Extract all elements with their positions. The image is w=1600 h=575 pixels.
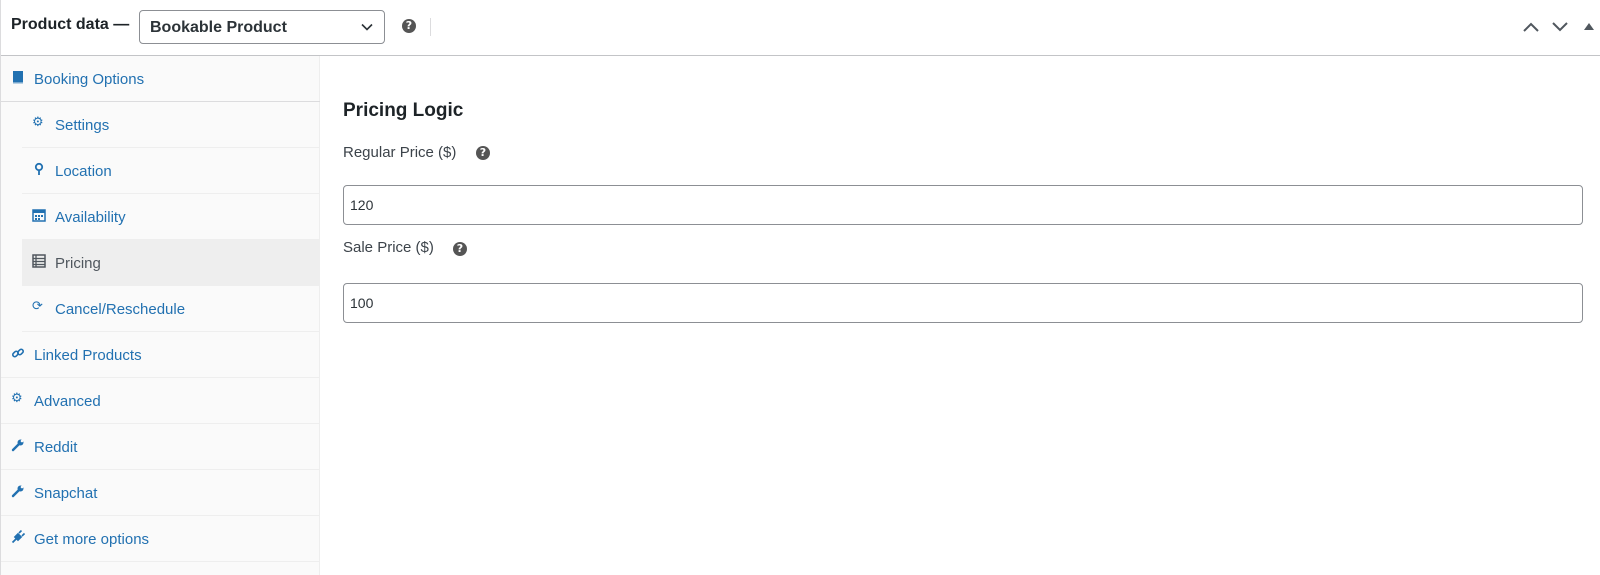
tab-label: Availability bbox=[55, 209, 126, 226]
tab-settings[interactable]: ⚙ Settings bbox=[22, 102, 320, 148]
collapse-arrow-icon[interactable] bbox=[1583, 19, 1595, 35]
tab-label: Linked Products bbox=[34, 347, 142, 364]
product-data-tabs: Booking Options ⚙ Settings Location Avai… bbox=[1, 56, 320, 575]
divider bbox=[430, 18, 431, 36]
tab-cancel-reschedule[interactable]: ⟳ Cancel/Reschedule bbox=[22, 286, 320, 332]
tab-location[interactable]: Location bbox=[22, 148, 320, 194]
sale-price-label: Sale Price ($) bbox=[343, 239, 434, 256]
tab-get-more-options[interactable]: Get more options bbox=[1, 516, 320, 562]
regular-price-input[interactable] bbox=[343, 185, 1583, 225]
refresh-icon: ⟳ bbox=[32, 299, 43, 314]
calendar-icon bbox=[32, 209, 46, 222]
tab-label: Settings bbox=[55, 117, 110, 134]
section-title: Pricing Logic bbox=[343, 100, 464, 121]
chevron-down-icon bbox=[361, 23, 373, 31]
tab-label: Cancel/Reschedule bbox=[55, 301, 186, 318]
tab-linked-products[interactable]: Linked Products bbox=[1, 332, 320, 378]
map-pin-icon bbox=[34, 162, 44, 175]
tab-label: Booking Options bbox=[34, 71, 145, 88]
tab-label: Get more options bbox=[34, 531, 150, 548]
regular-price-label: Regular Price ($) bbox=[343, 144, 457, 161]
tab-label: Snapchat bbox=[34, 485, 98, 502]
product-data-header: Product data — Bookable Product ? bbox=[1, 0, 1600, 56]
tab-advanced[interactable]: ⚙ Advanced bbox=[1, 378, 320, 424]
product-type-select[interactable]: Bookable Product bbox=[139, 10, 385, 44]
tab-availability[interactable]: Availability bbox=[22, 194, 320, 240]
link-icon bbox=[11, 348, 25, 358]
sale-price-input[interactable] bbox=[343, 283, 1583, 323]
pricing-panel: Pricing Logic Regular Price ($) ? Sale P… bbox=[321, 56, 1600, 575]
tab-label: Advanced bbox=[34, 393, 101, 410]
panel-title: Product data — bbox=[11, 16, 130, 33]
tab-pricing[interactable]: Pricing bbox=[22, 240, 320, 286]
tab-booking-options[interactable]: Booking Options bbox=[1, 56, 320, 102]
pricing-table-icon bbox=[32, 254, 46, 268]
chevron-down-icon[interactable] bbox=[1551, 19, 1569, 35]
tab-label: Reddit bbox=[34, 439, 78, 456]
tab-reddit[interactable]: Reddit bbox=[1, 424, 320, 470]
help-icon[interactable]: ? bbox=[476, 146, 490, 160]
product-data-panel: Product data — Bookable Product ? Bookin… bbox=[0, 0, 1600, 575]
help-icon[interactable]: ? bbox=[453, 242, 467, 256]
tab-label: Location bbox=[55, 163, 112, 180]
gear-icon: ⚙ bbox=[32, 115, 44, 130]
plugin-icon bbox=[11, 530, 25, 544]
book-icon bbox=[13, 71, 23, 84]
gear-icon: ⚙ bbox=[11, 391, 23, 406]
tab-label: Pricing bbox=[55, 255, 101, 272]
help-icon[interactable]: ? bbox=[402, 19, 416, 33]
wrench-icon bbox=[11, 439, 24, 452]
product-type-value: Bookable Product bbox=[150, 19, 287, 36]
tab-snapchat[interactable]: Snapchat bbox=[1, 470, 320, 516]
chevron-up-icon[interactable] bbox=[1522, 19, 1540, 35]
wrench-icon bbox=[11, 485, 24, 498]
